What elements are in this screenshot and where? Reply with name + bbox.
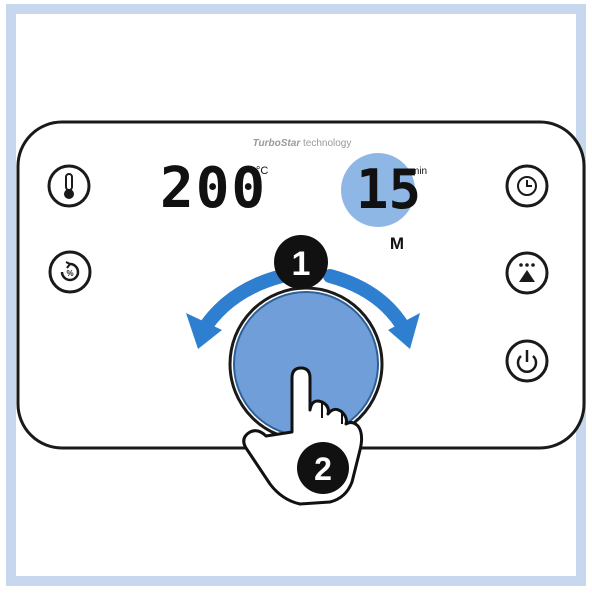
temperature-unit: °C	[256, 165, 268, 177]
time-unit: min	[411, 166, 427, 177]
step-2-badge: 2	[297, 442, 349, 494]
brand-label: TurboStar technology	[253, 138, 352, 149]
step-2-number: 2	[314, 451, 332, 487]
temperature-button[interactable]	[47, 164, 91, 208]
step-1-number: 1	[292, 245, 311, 283]
preheat-button[interactable]: %	[48, 250, 92, 294]
timer-button[interactable]	[505, 164, 549, 208]
brand-light: technology	[300, 138, 351, 149]
power-button[interactable]	[505, 339, 549, 383]
temperature-display: 200	[160, 156, 267, 221]
step-1-badge: 1	[274, 235, 328, 289]
svg-text:%: %	[66, 269, 73, 278]
shake-button[interactable]	[505, 251, 549, 295]
control-panel-illustration: TurboStar technology 200 °C 15 min M % 1…	[16, 120, 586, 506]
mode-indicator: M	[390, 234, 404, 253]
brand-bold: TurboStar	[253, 138, 302, 149]
